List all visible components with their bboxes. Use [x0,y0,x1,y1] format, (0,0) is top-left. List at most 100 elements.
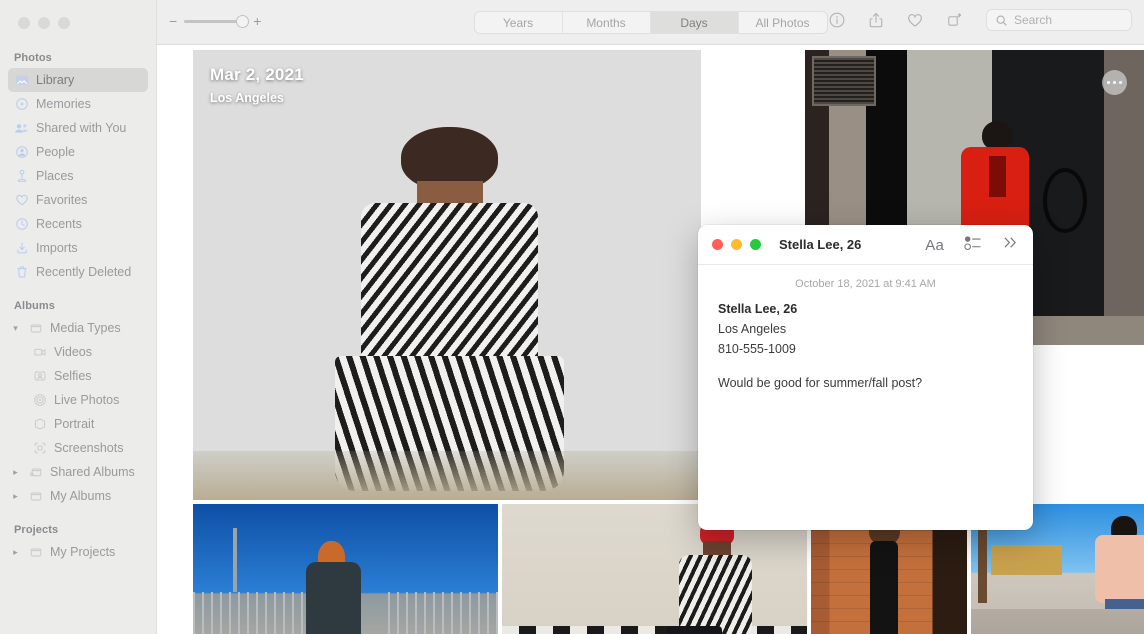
sidebar-item-screenshots[interactable]: Screenshots [8,436,148,460]
toolbar-actions: Search [827,9,1132,31]
more-dot-icon [1112,80,1117,85]
chevron-right-icon[interactable]: ▸ [10,547,21,558]
sidebar-item-label: Media Types [50,321,121,335]
zoom-button[interactable] [58,17,70,29]
sidebar-item-selfies[interactable]: Selfies [8,364,148,388]
notes-window[interactable]: Stella Lee, 26 Aa October 18, 2021 at 9:… [698,225,1033,530]
shared-folder-icon [28,465,43,480]
sidebar-item-label: Videos [54,345,92,359]
info-icon[interactable] [827,10,847,30]
zoom-slider-knob[interactable] [236,14,250,28]
sidebar: Photos Library Memories Shared with You … [0,0,157,634]
sidebar-item-my-albums[interactable]: ▸ My Albums [8,484,148,508]
sidebar-item-label: Places [36,169,74,183]
photos-app-window: Photos Library Memories Shared with You … [0,0,1144,634]
people-icon [14,145,29,160]
tab-all-photos[interactable]: All Photos [739,12,827,33]
sidebar-item-library[interactable]: Library [8,68,148,92]
favorite-heart-icon[interactable] [905,10,925,30]
screenshot-icon [32,441,47,456]
folder-icon [28,545,43,560]
photo-date-overlay: Mar 2, 2021 Los Angeles [210,65,304,105]
tab-months[interactable]: Months [563,12,651,33]
photo-hero-flowers[interactable]: Mar 2, 2021 Los Angeles [193,50,701,500]
sidebar-item-places[interactable]: Places [8,164,148,188]
share-icon[interactable] [866,10,886,30]
sidebar-group-albums-title: Albums [14,300,55,312]
zoom-out-label[interactable]: − [169,14,177,28]
search-input[interactable]: Search [986,9,1132,31]
sidebar-scroll[interactable]: Photos Library Memories Shared with You … [0,48,156,634]
rotate-icon[interactable] [944,10,964,30]
search-icon [995,14,1008,27]
photo-date: Mar 2, 2021 [210,65,304,84]
clock-icon [14,217,29,232]
tab-years[interactable]: Years [475,12,563,33]
notes-body-line: Los Angeles [718,322,787,336]
notes-minimize-button[interactable] [731,239,742,250]
notes-body[interactable]: Stella Lee, 26 Los Angeles 810-555-1009 … [698,299,1033,393]
sidebar-item-label: Recently Deleted [36,265,132,279]
heart-icon [14,193,29,208]
sidebar-item-media-types[interactable]: ▾ Media Types [8,316,148,340]
sidebar-item-live-photos[interactable]: Live Photos [8,388,148,412]
close-button[interactable] [18,17,30,29]
sidebar-item-my-projects[interactable]: ▸ My Projects [8,540,148,564]
sidebar-item-label: Imports [36,241,78,255]
notes-body-blank-line [718,359,1013,373]
sidebar-item-label: My Projects [50,545,116,559]
sidebar-item-memories[interactable]: Memories [8,92,148,116]
live-photo-icon [32,393,47,408]
sidebar-item-label: Favorites [36,193,88,207]
chevron-right-icon[interactable]: ▸ [10,467,21,478]
format-aa-icon[interactable]: Aa [925,237,944,254]
search-placeholder: Search [1014,13,1053,27]
photo-bridge-railing[interactable] [193,504,498,634]
shared-with-you-icon [14,121,29,136]
notes-titlebar[interactable]: Stella Lee, 26 Aa [698,225,1033,265]
sidebar-item-videos[interactable]: Videos [8,340,148,364]
sidebar-item-label: My Albums [50,489,112,503]
sidebar-item-shared-albums[interactable]: ▸ Shared Albums [8,460,148,484]
notes-title: Stella Lee, 26 [779,237,862,252]
chevron-right-icon[interactable]: ▸ [10,491,21,502]
zoom-slider-control[interactable]: − + [169,14,261,28]
sidebar-item-recently-deleted[interactable]: Recently Deleted [8,260,148,284]
notes-toolbar: Aa [925,225,1019,265]
minimize-button[interactable] [38,17,50,29]
sidebar-item-shared-with-you[interactable]: Shared with You [8,116,148,140]
import-arrow-icon [14,241,29,256]
checklist-icon[interactable] [964,235,982,256]
chevron-down-icon[interactable]: ▾ [10,323,21,334]
sidebar-item-imports[interactable]: Imports [8,236,148,260]
sidebar-item-portrait[interactable]: Portrait [8,412,148,436]
folder-icon [28,321,43,336]
notes-traffic-lights [712,239,761,250]
sidebar-item-label: Recents [36,217,82,231]
sidebar-item-label: Selfies [54,369,92,383]
sidebar-item-label: Shared with You [36,121,127,135]
zoom-in-label[interactable]: + [253,14,261,28]
sidebar-item-label: Live Photos [54,393,120,407]
sidebar-item-favorites[interactable]: Favorites [8,188,148,212]
more-options-button[interactable] [1102,70,1127,95]
notes-close-button[interactable] [712,239,723,250]
sidebar-group-photos-title: Photos [14,52,52,64]
memories-icon [14,97,29,112]
notes-timestamp: October 18, 2021 at 9:41 AM [795,278,936,290]
sidebar-item-recents[interactable]: Recents [8,212,148,236]
notes-zoom-button[interactable] [750,239,761,250]
sidebar-item-label: Shared Albums [50,465,135,479]
zoom-slider-track[interactable] [184,14,250,28]
trash-icon [14,265,29,280]
sidebar-item-label: Portrait [54,417,95,431]
places-pin-icon [14,169,29,184]
toolbar: − + Years Months Days All Photos Search [157,0,1144,45]
view-mode-segmented-control[interactable]: Years Months Days All Photos [473,11,828,34]
chevron-double-right-icon[interactable] [1002,235,1019,255]
tab-days[interactable]: Days [650,12,739,33]
sidebar-item-people[interactable]: People [8,140,148,164]
folder-icon [28,489,43,504]
